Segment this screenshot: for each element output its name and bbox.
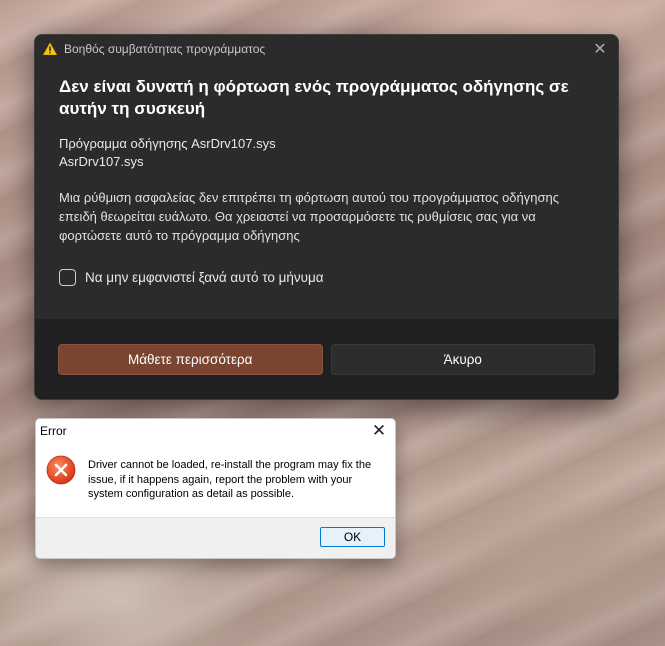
error-icon (46, 455, 76, 485)
error-titlebar: Error ✕ (36, 419, 395, 443)
dialog-title: Βοηθός συμβατότητας προγράμματος (64, 42, 266, 56)
ok-button[interactable]: OK (320, 527, 385, 547)
error-body: Driver cannot be loaded, re-install the … (36, 443, 395, 517)
error-title: Error (40, 424, 67, 438)
close-button[interactable]: ✕ (590, 39, 610, 59)
dialog-titlebar: Βοηθός συμβατότητας προγράμματος ✕ (35, 35, 618, 63)
dialog-heading: Δεν είναι δυνατή η φόρτωση ενός προγράμμ… (59, 77, 569, 118)
error-footer: OK (36, 517, 395, 558)
error-message: Driver cannot be loaded, re-install the … (88, 459, 372, 501)
error-close-icon[interactable]: ✕ (371, 421, 387, 441)
dont-show-again-label[interactable]: Να μην εμφανιστεί ξανά αυτό το μήνυμα (85, 270, 324, 285)
dont-show-again-checkbox[interactable] (59, 269, 76, 286)
driver-name-line: Πρόγραμμα οδήγησης AsrDrv107.sys (59, 136, 276, 151)
driver-info: Πρόγραμμα οδήγησης AsrDrv107.sys AsrDrv1… (59, 135, 594, 171)
dialog-footer: Μάθετε περισσότερα Άκυρο (35, 319, 618, 399)
learn-more-button[interactable]: Μάθετε περισσότερα (58, 343, 323, 375)
warning-icon (43, 42, 57, 55)
close-icon: ✕ (593, 41, 607, 58)
driver-file-line: AsrDrv107.sys (59, 154, 144, 169)
error-dialog: Error ✕ Driver cannot be loaded, re-inst… (35, 418, 396, 559)
dont-show-again-row[interactable]: Να μην εμφανιστεί ξανά αυτό το μήνυμα (59, 269, 594, 286)
compatibility-assistant-dialog: Βοηθός συμβατότητας προγράμματος ✕ Δεν ε… (34, 34, 619, 400)
cancel-button[interactable]: Άκυρο (330, 343, 595, 375)
dialog-description: Μια ρύθμιση ασφαλείας δεν επιτρέπει τη φ… (59, 190, 560, 243)
